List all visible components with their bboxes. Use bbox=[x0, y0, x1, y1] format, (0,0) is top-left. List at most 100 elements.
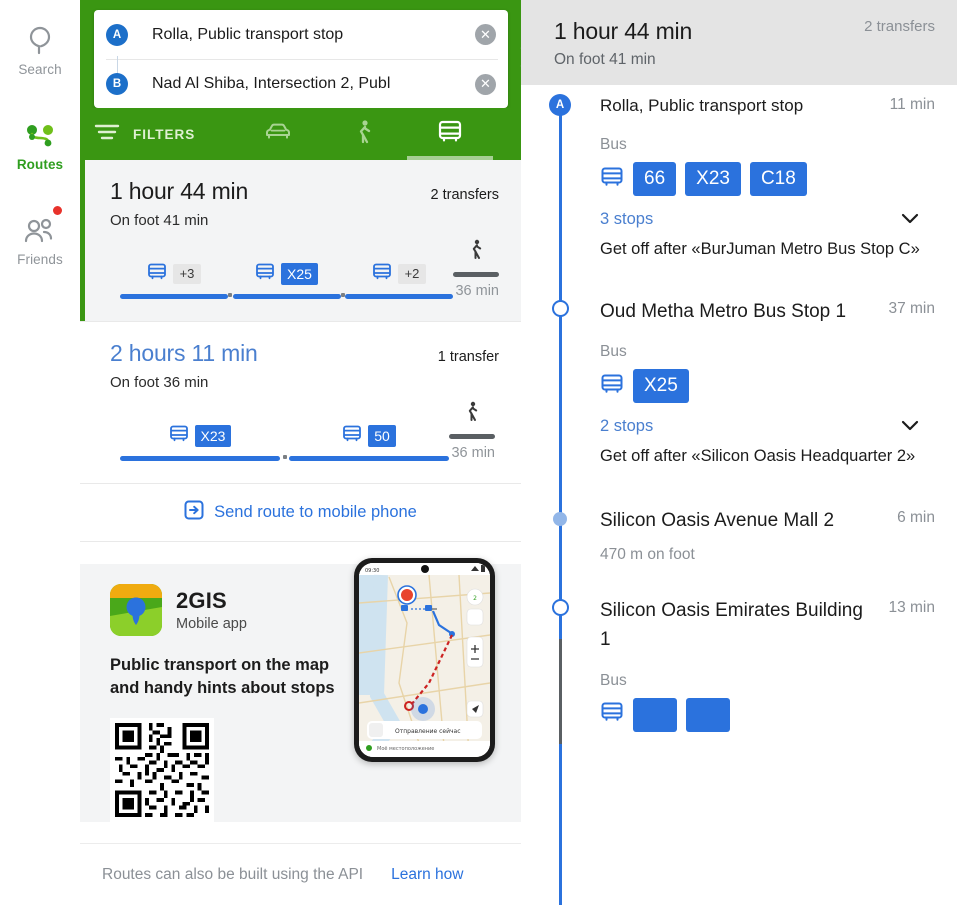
clear-destination-icon[interactable]: ✕ bbox=[475, 73, 496, 95]
bus-number-badge[interactable] bbox=[633, 697, 677, 732]
details-duration: 1 hour 44 min bbox=[554, 18, 693, 44]
sidebar-item-search[interactable]: Search bbox=[0, 14, 80, 83]
app-root: Search Routes Friends A Rolla, Public tr… bbox=[0, 0, 957, 905]
route-leg: +2 bbox=[345, 263, 453, 299]
bus-icon bbox=[147, 263, 167, 285]
destination-input[interactable] bbox=[150, 74, 475, 94]
route-leg-bar bbox=[453, 272, 499, 277]
route-walk-time: 36 min bbox=[451, 445, 495, 461]
timeline-step-0[interactable]: A Rolla, Public transport stop 11 min Bu… bbox=[521, 85, 957, 261]
sidebar-item-routes[interactable]: Routes bbox=[0, 109, 80, 178]
route-duration: 2 hours 11 min bbox=[110, 340, 258, 366]
phone-screen: 09:30 2 Отправление сейчас Моё местополо… bbox=[359, 563, 490, 757]
details-on-foot: On foot 41 min bbox=[554, 51, 656, 68]
origin-input[interactable] bbox=[150, 24, 475, 45]
send-route-to-phone-button[interactable]: Send route to mobile phone bbox=[80, 484, 521, 542]
tab-mode-transit[interactable] bbox=[407, 108, 494, 160]
route-leg-walk: 36 min bbox=[453, 239, 499, 299]
stop-name: Oud Metha Metro Bus Stop 1 bbox=[600, 300, 847, 322]
timeline-step-1[interactable]: Oud Metha Metro Bus Stop 1 37 min Bus X2… bbox=[521, 261, 957, 468]
filters-bar: FILTERS bbox=[80, 108, 521, 160]
route-card-1[interactable]: 2 hours 11 min 1 transfer On foot 36 min… bbox=[80, 322, 521, 484]
api-learn-how-link[interactable]: Learn how bbox=[391, 866, 463, 884]
route-point-a-row: A ✕ bbox=[106, 10, 498, 59]
bus-number-badge[interactable]: X25 bbox=[633, 369, 689, 404]
stop-marker-walk bbox=[553, 512, 567, 527]
routes-list[interactable]: 1 hour 44 min 2 transfers On foot 41 min… bbox=[80, 160, 521, 905]
route-leg-bar bbox=[232, 294, 341, 299]
timeline-step-2[interactable]: Silicon Oasis Avenue Mall 2 6 min 470 m … bbox=[521, 467, 957, 563]
phone-mockup-image: 09:30 2 Отправление сейчас Моё местополо… bbox=[354, 558, 495, 762]
bus-numbers-row: 66 X23 C18 bbox=[600, 162, 935, 197]
bus-icon bbox=[372, 263, 392, 285]
bus-number-badge[interactable] bbox=[686, 697, 730, 732]
point-a-badge: A bbox=[106, 23, 128, 46]
details-header-left: 1 hour 44 min On foot 41 min bbox=[554, 18, 692, 69]
tab-mode-car[interactable] bbox=[235, 108, 321, 160]
sidebar-item-friends[interactable]: Friends bbox=[0, 204, 80, 273]
stop-marker-transfer bbox=[551, 598, 569, 616]
stop-duration: 13 min bbox=[888, 598, 935, 616]
bus-numbers-row bbox=[600, 697, 935, 732]
route-leg-badge: +2 bbox=[397, 264, 427, 284]
route-details-panel: 1 hour 44 min On foot 41 min 2 transfers… bbox=[521, 0, 957, 905]
svg-text:09:30: 09:30 bbox=[365, 568, 379, 574]
friends-notification-badge bbox=[53, 206, 62, 215]
bus-number-badge[interactable]: X23 bbox=[685, 162, 741, 197]
2gis-logo-icon bbox=[110, 584, 162, 636]
bus-number-badge[interactable]: 66 bbox=[633, 162, 677, 197]
route-walk-time: 36 min bbox=[455, 283, 499, 299]
route-leg: X23 bbox=[120, 425, 280, 461]
details-header: 1 hour 44 min On foot 41 min 2 transfers bbox=[521, 0, 957, 85]
stop-name: Silicon Oasis Emirates Building 1 bbox=[600, 599, 863, 651]
pedestrian-icon bbox=[353, 119, 375, 150]
bus-icon bbox=[255, 263, 275, 285]
stops-toggle[interactable]: 3 stops bbox=[600, 210, 935, 229]
bus-icon bbox=[600, 702, 624, 727]
route-summary-row: 1 hour 44 min 2 transfers bbox=[110, 178, 499, 205]
transport-mode-label: Bus bbox=[600, 136, 627, 154]
timeline-step-3[interactable]: Silicon Oasis Emirates Building 1 13 min… bbox=[521, 564, 957, 732]
bus-number-badge[interactable]: C18 bbox=[749, 162, 807, 197]
route-leg: X25 bbox=[232, 263, 341, 299]
route-leg-walk: 36 min bbox=[449, 401, 495, 461]
send-route-label: Send route to mobile phone bbox=[214, 503, 417, 521]
route-legs: +3 X25 +2 36 min bbox=[110, 239, 499, 299]
bus-numbers-row: X25 bbox=[600, 369, 935, 404]
transport-mode-label: Bus bbox=[600, 671, 627, 689]
transport-mode-tabs bbox=[235, 108, 494, 160]
tab-mode-walk[interactable] bbox=[321, 108, 407, 160]
filters-button[interactable]: FILTERS bbox=[94, 123, 195, 146]
walk-distance: 470 m on foot bbox=[600, 545, 695, 563]
stop-marker-transfer bbox=[551, 299, 569, 317]
svg-text:Моё местоположение: Моё местоположение bbox=[377, 746, 434, 752]
route-leg-badge: X23 bbox=[194, 425, 232, 447]
transport-mode-label: Bus bbox=[600, 343, 627, 361]
route-leg: 50 bbox=[289, 425, 449, 461]
route-timeline: A Rolla, Public transport stop 11 min Bu… bbox=[521, 85, 957, 905]
route-card-0[interactable]: 1 hour 44 min 2 transfers On foot 41 min… bbox=[80, 160, 521, 322]
bus-icon bbox=[600, 374, 624, 399]
route-leg-badge: X25 bbox=[281, 263, 318, 285]
filters-label: FILTERS bbox=[133, 126, 196, 142]
left-rail: Search Routes Friends bbox=[0, 0, 80, 905]
promo-titles: 2GIS Mobile app bbox=[176, 588, 247, 632]
stop-duration: 37 min bbox=[888, 299, 935, 317]
stops-toggle[interactable]: 2 stops bbox=[600, 417, 935, 436]
route-duration: 1 hour 44 min bbox=[110, 178, 249, 204]
route-point-b-row: B ✕ bbox=[106, 59, 498, 108]
stop-marker-a: A bbox=[549, 94, 571, 116]
route-leg-bar bbox=[120, 456, 280, 461]
route-leg: +3 bbox=[120, 263, 228, 299]
friends-icon bbox=[23, 214, 57, 248]
filters-icon bbox=[94, 123, 120, 146]
routes-panel: A ✕ B ✕ bbox=[80, 0, 532, 905]
timeline-line-blue-2 bbox=[559, 744, 562, 905]
route-leg-bar bbox=[345, 294, 453, 299]
route-leg-bar bbox=[289, 456, 449, 461]
svg-text:Отправление сейчас: Отправление сейчас bbox=[395, 728, 461, 735]
qr-code-icon bbox=[110, 718, 214, 823]
route-transfers: 1 transfer bbox=[437, 349, 499, 365]
details-transfers: 2 transfers bbox=[864, 18, 935, 35]
clear-origin-icon[interactable]: ✕ bbox=[475, 24, 496, 45]
